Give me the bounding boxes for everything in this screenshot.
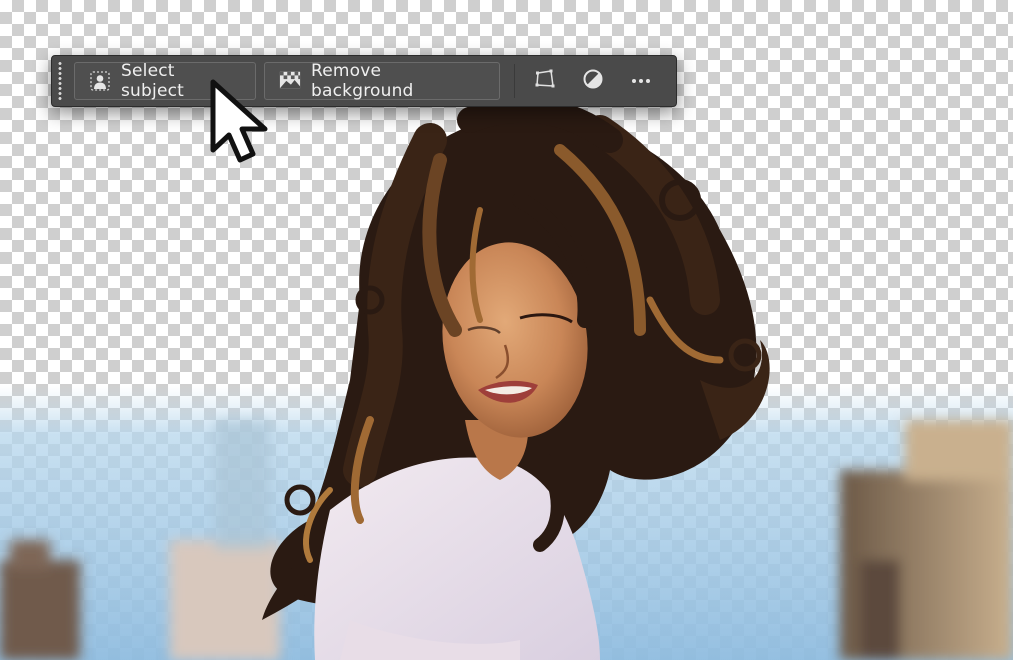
toolbar-divider — [514, 64, 515, 98]
transform-button[interactable] — [525, 62, 565, 100]
contextual-task-bar: Select subject Remove background — [51, 55, 677, 107]
more-options-button[interactable] — [621, 62, 661, 100]
more-options-icon — [632, 79, 650, 83]
adjustment-button[interactable] — [573, 62, 613, 100]
contrast-circle-icon — [582, 68, 604, 94]
person-silhouette-icon — [89, 70, 111, 92]
mouse-pointer-icon — [210, 79, 268, 163]
image-checkerboard-icon — [279, 70, 301, 92]
remove-background-button[interactable]: Remove background — [264, 61, 500, 101]
remove-background-label: Remove background — [311, 61, 414, 101]
transform-warp-icon — [534, 68, 556, 94]
drag-handle[interactable] — [56, 61, 64, 101]
